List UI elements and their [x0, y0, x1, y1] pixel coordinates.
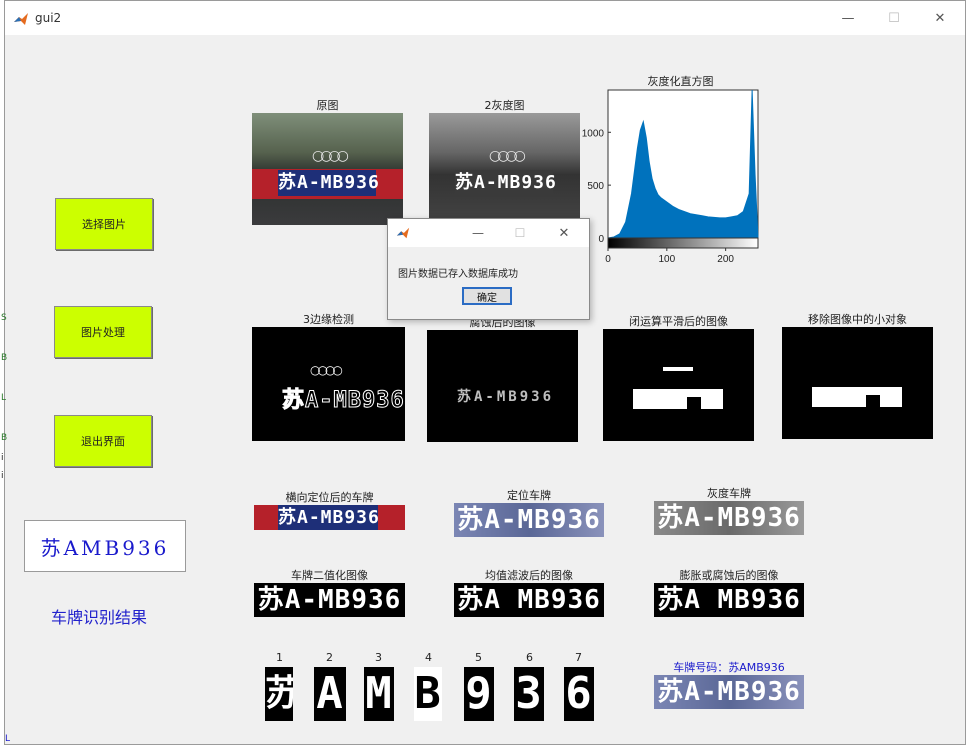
original-image: ○○○○ 苏A-MB936: [252, 113, 403, 225]
char-number: 1: [276, 651, 283, 664]
char-number: 3: [375, 651, 382, 664]
blob-small: [663, 367, 693, 371]
app-window: gui2 — ☐ ✕ S B L B i i 选择图片 图片处理 退出界面 苏A…: [1, 0, 966, 745]
binary-plate-image: 苏A-MB936: [254, 583, 405, 617]
char-image: A: [314, 667, 346, 721]
blob-hole: [866, 395, 880, 407]
plate-region: 苏A-MB936: [455, 170, 556, 196]
h-located-image: 苏A-MB936: [254, 505, 405, 530]
close-button[interactable]: ✕: [917, 1, 963, 35]
axis-title-gray-plate: 灰度车牌: [707, 487, 751, 500]
car-logo-icon: ○○○○: [312, 148, 349, 164]
result-plate-box: 苏AMB936: [24, 520, 186, 572]
eroded-plate: 苏A-MB936: [457, 389, 555, 405]
dialog-maximize-button[interactable]: ☐: [500, 219, 540, 247]
x-tick-label: 100: [658, 254, 675, 265]
y-tick-label: 1000: [582, 128, 605, 139]
x-tick-label: 0: [605, 254, 611, 265]
exit-button[interactable]: 退出界面: [54, 415, 152, 467]
mean-filter-plate-image: 苏A MB936: [454, 583, 604, 617]
window-title: gui2: [35, 11, 62, 25]
gray-image: ○○○○ 苏A-MB936: [429, 113, 580, 225]
h-located-plate: 苏A-MB936: [278, 505, 380, 530]
axis-title-gray: 2灰度图: [484, 99, 525, 112]
char-number: 5: [475, 651, 482, 664]
axis-title-h-located: 横向定位后的车牌: [285, 491, 374, 504]
dialog-minimize-button[interactable]: —: [458, 219, 498, 247]
x-tick-label: 200: [717, 254, 734, 265]
axis-title-mean-filter: 均值滤波后的图像: [485, 569, 573, 582]
char-image: 苏: [265, 667, 293, 721]
edge-logo-icon: ○○○○: [310, 363, 343, 377]
dialog-message: 图片数据已存入数据库成功: [398, 269, 518, 280]
axis-title-closed: 闭运算平滑后的图像: [629, 315, 728, 328]
background-link: L: [5, 734, 11, 744]
plate-number-title: 车牌号码：苏AMB936: [673, 661, 785, 674]
select-image-button[interactable]: 选择图片: [55, 198, 153, 250]
dilate-plate-image: 苏A MB936: [654, 583, 804, 617]
edge-image: 苏A-MB936 ○○○○: [252, 327, 405, 441]
process-image-button[interactable]: 图片处理: [54, 306, 152, 358]
located-plate-image: 苏A-MB936: [454, 503, 604, 537]
title-bar: gui2 — ☐ ✕: [5, 1, 965, 35]
maximize-button[interactable]: ☐: [871, 1, 917, 35]
char-number: 6: [526, 651, 533, 664]
closed-image: [603, 329, 754, 441]
char-image: M: [364, 667, 394, 721]
blob-plate: [633, 389, 723, 409]
plate-region: 苏A-MB936: [278, 170, 379, 196]
axis-title-original: 原图: [316, 99, 339, 112]
histogram-chart: 0 500 1000 0 100 200: [582, 89, 759, 265]
car-logo-icon: ○○○○: [489, 148, 526, 164]
minimize-button[interactable]: —: [825, 1, 871, 35]
axis-title-located: 定位车牌: [507, 489, 551, 502]
char-image: B: [414, 667, 442, 721]
gray-plate-image: 苏A-MB936: [654, 501, 804, 535]
dialog-title-bar: — ☐ ✕: [388, 219, 589, 247]
char-image: 9: [464, 667, 494, 721]
y-tick-label: 500: [587, 181, 604, 192]
axis-title-binary: 车牌二值化图像: [291, 569, 368, 582]
ok-button[interactable]: 确定: [462, 287, 512, 305]
eroded-image: 苏A-MB936: [427, 330, 578, 442]
removed-image: [782, 327, 933, 439]
dialog-close-button[interactable]: ✕: [544, 219, 584, 247]
matlab-icon: [13, 11, 29, 27]
message-dialog: — ☐ ✕ 图片数据已存入数据库成功 确定: [387, 218, 590, 320]
plate-number-image: 苏A-MB936: [654, 675, 804, 709]
gray-colorbar: [607, 237, 759, 249]
char-number: 2: [326, 651, 333, 664]
blob-plate: [812, 387, 902, 407]
char-number: 4: [425, 651, 432, 664]
axis-title-edge: 3边缘检测: [303, 313, 354, 326]
matlab-icon: [396, 227, 410, 239]
y-tick-label: 0: [598, 234, 604, 245]
result-caption: 车牌识别结果: [51, 608, 148, 627]
axis-title-dilate: 膨胀或腐蚀后的图像: [679, 569, 779, 582]
char-image: 3: [514, 667, 544, 721]
char-image: 6: [564, 667, 594, 721]
char-number: 7: [575, 651, 582, 664]
axis-title-removed: 移除图像中的小对象: [808, 313, 907, 326]
edge-plate: 苏A-MB936: [282, 388, 405, 414]
blob-hole: [687, 397, 701, 409]
